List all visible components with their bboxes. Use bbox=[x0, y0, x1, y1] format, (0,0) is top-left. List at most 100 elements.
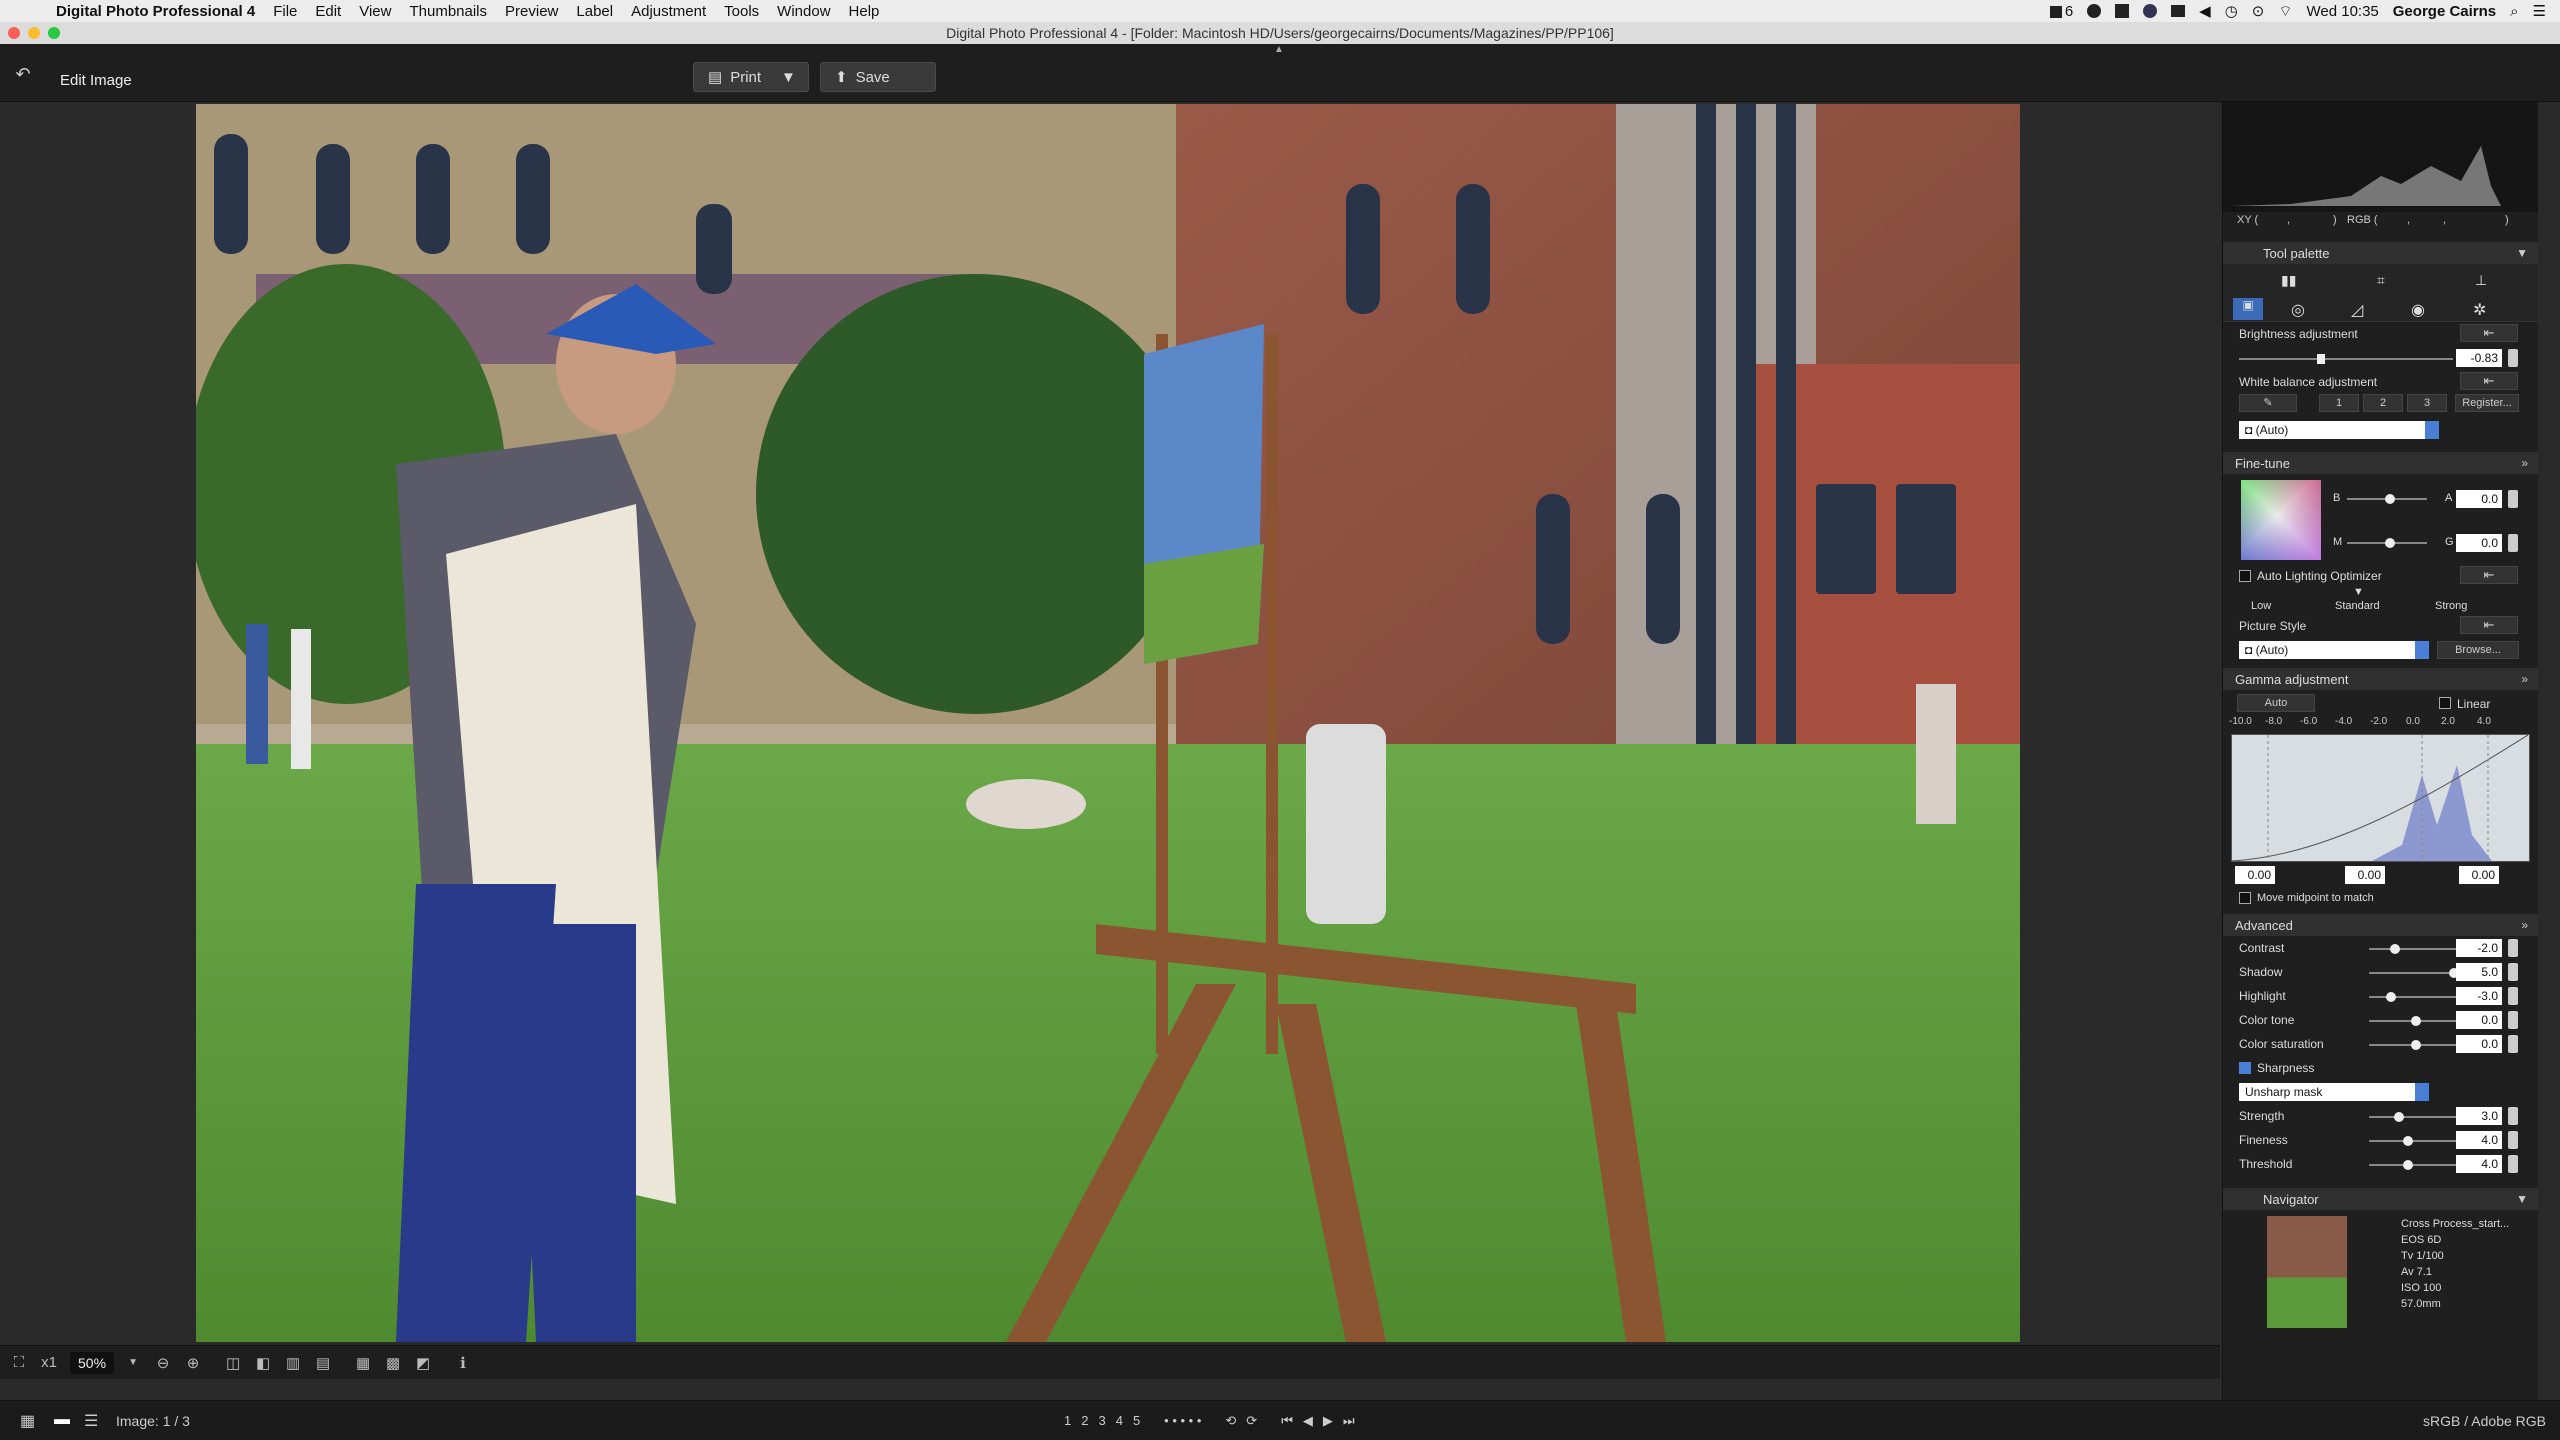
adobe-icon[interactable]: 6 bbox=[2049, 3, 2073, 20]
status-icon[interactable] bbox=[2143, 4, 2158, 18]
slider-value[interactable]: 0.0 bbox=[2456, 1035, 2502, 1053]
highlight-warning-icon[interactable]: ▤ bbox=[312, 1352, 334, 1374]
sharpness-mode-select[interactable]: Unsharp mask bbox=[2239, 1083, 2429, 1101]
basic-adjust-tab-icon[interactable]: ▮▮ bbox=[2281, 272, 2296, 289]
volume-icon[interactable]: ◀ bbox=[2199, 2, 2211, 20]
slider-spinner[interactable] bbox=[2508, 987, 2518, 1005]
first-image-icon[interactable]: ⏮ bbox=[1281, 1413, 1293, 1429]
slider-knob[interactable] bbox=[2394, 1112, 2405, 1122]
white-balance-select[interactable]: ◘ (Auto) bbox=[2239, 421, 2439, 439]
menu-thumbnails[interactable]: Thumbnails bbox=[409, 3, 487, 20]
slider-spinner[interactable] bbox=[2508, 1155, 2518, 1173]
menu-help[interactable]: Help bbox=[849, 3, 880, 20]
spotlight-icon[interactable]: ⌕ bbox=[2510, 3, 2518, 20]
g-value[interactable]: 0.0 bbox=[2456, 534, 2502, 552]
star-rating-icon[interactable]: • • • • • bbox=[1164, 1413, 1201, 1429]
chevron-down-icon[interactable]: ▼ bbox=[781, 69, 796, 86]
brightness-spinner[interactable] bbox=[2508, 349, 2518, 367]
adjust-slider[interactable] bbox=[2369, 1040, 2459, 1050]
rotate-left-icon[interactable]: ⟲ bbox=[1225, 1413, 1236, 1429]
move-midpoint-checkbox[interactable] bbox=[2239, 892, 2251, 904]
gamma-adjustment-header[interactable]: Gamma adjustment » bbox=[2223, 668, 2538, 690]
rating-5-button[interactable]: 5 bbox=[1133, 1413, 1140, 1429]
menu-label[interactable]: Label bbox=[576, 3, 613, 20]
chevron-down-icon[interactable] bbox=[2415, 1083, 2429, 1101]
eyedropper-button[interactable]: ✎ bbox=[2239, 394, 2297, 412]
single-view-icon[interactable]: ▬ bbox=[54, 1411, 70, 1429]
menu-file[interactable]: File bbox=[273, 3, 297, 20]
slider-value[interactable]: 4.0 bbox=[2456, 1131, 2502, 1149]
tab-basic-icon[interactable]: ▣ bbox=[2233, 298, 2263, 320]
slider-spinner[interactable] bbox=[2508, 1131, 2518, 1149]
navigator-header[interactable]: Navigator ▼ bbox=[2223, 1188, 2538, 1210]
fit-to-window-icon[interactable]: ⛶ bbox=[8, 1352, 30, 1374]
slider-spinner[interactable] bbox=[2508, 1035, 2518, 1053]
gamma-white-value[interactable]: 0.00 bbox=[2459, 866, 2499, 884]
stamp-tool-icon[interactable]: ⊥ bbox=[2475, 272, 2487, 289]
clock-icon[interactable]: ⊙ bbox=[2252, 2, 2265, 20]
b-a-knob[interactable] bbox=[2385, 494, 2395, 504]
slider-spinner[interactable] bbox=[2508, 963, 2518, 981]
advanced-header[interactable]: Advanced » bbox=[2223, 914, 2538, 936]
grid-view-icon[interactable]: ▦ bbox=[20, 1411, 35, 1431]
adjust-slider[interactable] bbox=[2369, 1136, 2459, 1146]
chevron-down-icon[interactable] bbox=[2425, 421, 2439, 439]
tool-palette-header[interactable]: Tool palette ▼ bbox=[2223, 242, 2538, 264]
g-spinner[interactable] bbox=[2508, 534, 2518, 552]
scale-x1-button[interactable]: x1 bbox=[38, 1352, 60, 1374]
b-a-slider[interactable] bbox=[2347, 494, 2427, 504]
rating-1-button[interactable]: 1 bbox=[1064, 1413, 1071, 1429]
crop-tool-icon[interactable]: ⌗ bbox=[2377, 272, 2385, 289]
fine-tune-header[interactable]: Fine-tune » bbox=[2223, 452, 2538, 474]
slider-value[interactable]: -2.0 bbox=[2456, 939, 2502, 957]
picture-style-reset-button[interactable]: ⇤ bbox=[2460, 616, 2518, 634]
slider-value[interactable]: 0.0 bbox=[2456, 1011, 2502, 1029]
m-g-knob[interactable] bbox=[2385, 538, 2395, 548]
menu-window[interactable]: Window bbox=[777, 3, 830, 20]
tab-settings-icon[interactable]: ✲ bbox=[2473, 300, 2486, 320]
adjust-slider[interactable] bbox=[2369, 1160, 2459, 1170]
slider-knob[interactable] bbox=[2411, 1016, 2421, 1026]
alo-strong-label[interactable]: Strong bbox=[2435, 600, 2467, 612]
gamma-auto-button[interactable]: Auto bbox=[2237, 694, 2315, 712]
minimize-button[interactable] bbox=[28, 27, 40, 39]
gamma-mid-value[interactable]: 0.00 bbox=[2345, 866, 2385, 884]
collapse-toolbar-icon[interactable]: ▲ bbox=[1274, 44, 1284, 55]
brightness-reset-button[interactable]: ⇤ bbox=[2460, 324, 2518, 342]
brightness-slider[interactable] bbox=[2239, 354, 2453, 364]
zoom-in-icon[interactable]: ⊕ bbox=[182, 1352, 204, 1374]
chevron-down-icon[interactable]: ▼ bbox=[2516, 246, 2528, 260]
brightness-knob[interactable] bbox=[2317, 354, 2325, 364]
edited-photo[interactable] bbox=[196, 104, 2020, 1342]
chevron-double-down-icon[interactable]: » bbox=[2521, 672, 2528, 686]
alo-standard-label[interactable]: Standard bbox=[2335, 600, 2380, 612]
menubar-clock[interactable]: Wed 10:35 bbox=[2306, 3, 2378, 20]
alo-low-label[interactable]: Low bbox=[2251, 600, 2271, 612]
last-image-icon[interactable]: ⏭ bbox=[1343, 1413, 1355, 1429]
next-image-icon[interactable]: ▶ bbox=[1323, 1413, 1333, 1429]
gamma-graph[interactable] bbox=[2231, 734, 2530, 862]
status-icon[interactable] bbox=[2087, 4, 2102, 18]
tab-lens-icon[interactable]: ◉ bbox=[2411, 300, 2425, 320]
slider-knob[interactable] bbox=[2411, 1040, 2421, 1050]
close-button[interactable] bbox=[8, 27, 20, 39]
adjust-slider[interactable] bbox=[2369, 992, 2459, 1002]
slider-value[interactable]: 5.0 bbox=[2456, 963, 2502, 981]
wifi-icon[interactable]: ⌔ bbox=[2278, 2, 2292, 21]
wb-preset-3-button[interactable]: 3 bbox=[2407, 394, 2447, 412]
split-view-icon[interactable]: ▥ bbox=[282, 1352, 304, 1374]
slider-value[interactable]: -3.0 bbox=[2456, 987, 2502, 1005]
chevron-down-icon[interactable]: ▼ bbox=[122, 1352, 144, 1374]
brightness-value[interactable]: -0.83 bbox=[2456, 349, 2502, 367]
rating-2-button[interactable]: 2 bbox=[1081, 1413, 1088, 1429]
chevron-down-icon[interactable]: ▼ bbox=[2516, 1192, 2528, 1206]
compare-view-icon[interactable]: ◧ bbox=[252, 1352, 274, 1374]
picture-style-select[interactable]: ◘ (Auto) bbox=[2239, 641, 2429, 659]
slider-spinner[interactable] bbox=[2508, 1107, 2518, 1125]
info-icon[interactable]: ℹ bbox=[452, 1352, 474, 1374]
alo-marker-icon[interactable]: ▼ bbox=[2353, 586, 2364, 598]
slider-knob[interactable] bbox=[2402, 1136, 2413, 1146]
chevron-down-icon[interactable] bbox=[2415, 641, 2429, 659]
gamma-black-value[interactable]: 0.00 bbox=[2235, 866, 2275, 884]
app-menu[interactable]: Digital Photo Professional 4 bbox=[56, 3, 255, 20]
